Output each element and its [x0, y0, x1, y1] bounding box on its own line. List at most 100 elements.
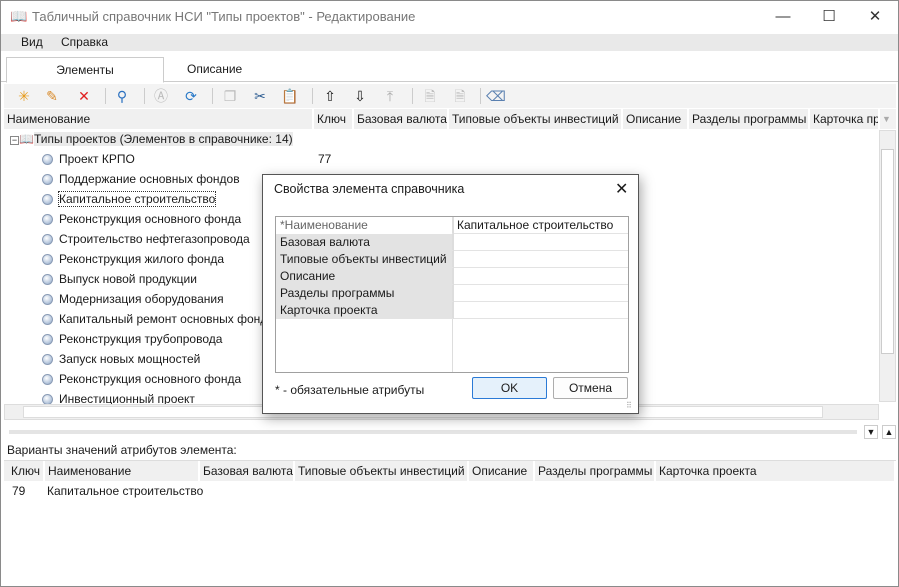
tree-item-name: Запуск новых мощностей — [59, 352, 201, 366]
column-header-currency[interactable]: Базовая валюта — [354, 109, 449, 129]
attribute-value-field[interactable] — [453, 268, 628, 285]
menu-view[interactable]: Вид — [21, 35, 43, 49]
tree-root-label: Типы проектов (Элементов в справочнике: … — [33, 132, 293, 146]
window-title: Табличный справочник НСИ "Типы проектов"… — [32, 9, 416, 24]
attribute-row[interactable]: Разделы программы — [276, 285, 628, 302]
vertical-scrollbar[interactable] — [879, 130, 896, 402]
required-note: * - обязательные атрибуты — [275, 383, 425, 397]
lower-col-key[interactable]: Ключ — [4, 461, 45, 481]
minimize-button[interactable]: — — [760, 1, 806, 33]
delete-icon[interactable]: ✕ — [74, 86, 94, 106]
tree-item-name: Инвестиционный проект — [59, 392, 195, 404]
search-icon[interactable]: ⚲ — [112, 86, 132, 106]
export-icon[interactable]: 🗎 — [420, 86, 440, 106]
element-icon — [42, 274, 53, 285]
new-element-icon[interactable]: ✳ — [14, 86, 34, 106]
lower-col-program-sections[interactable]: Разделы программы — [535, 461, 656, 481]
attribute-value-field[interactable] — [453, 234, 628, 251]
attribute-row[interactable]: Типовые объекты инвестиций — [276, 251, 628, 268]
tree-item-name: Поддержание основных фондов — [59, 172, 240, 186]
element-icon — [42, 154, 53, 165]
move-top-icon[interactable]: ⤒ — [380, 86, 400, 106]
lower-col-investment-objects[interactable]: Типовые объекты инвестиций — [295, 461, 469, 481]
tree-item-name: Проект КРПО — [59, 152, 135, 166]
column-header-investment-objects[interactable]: Типовые объекты инвестиций — [449, 109, 623, 129]
folder-book-icon: 📖 — [19, 132, 34, 146]
column-header-description[interactable]: Описание — [623, 109, 689, 129]
element-icon — [42, 374, 53, 385]
attributes-grid: *Наименование Капитальное строительство Ба… — [275, 216, 629, 373]
element-icon — [42, 174, 53, 185]
move-up-icon[interactable]: ⇧ — [320, 86, 340, 106]
splitter[interactable] — [9, 430, 857, 434]
lower-row-key: 79 — [12, 484, 26, 498]
move-down-icon[interactable]: ⇩ — [350, 86, 370, 106]
collapse-icon[interactable]: − — [10, 136, 19, 145]
dialog-close-icon[interactable]: ✕ — [615, 179, 628, 199]
tree-item-name: Выпуск новой продукции — [59, 272, 197, 286]
tree-root[interactable]: − 📖Типы проектов (Элементов в справочнике… — [10, 129, 293, 149]
column-header-project-card[interactable]: Карточка пр — [810, 109, 880, 129]
autonumber-icon[interactable]: Ⓐ — [151, 86, 171, 106]
element-icon — [42, 194, 53, 205]
lower-row-name: Капитальное строительство — [47, 484, 204, 498]
cancel-button[interactable]: Отмена — [553, 377, 628, 399]
attribute-value-field[interactable] — [453, 285, 628, 302]
tree-item[interactable]: Проект КРПО 77 — [42, 149, 872, 169]
attribute-value-field[interactable]: Капитальное строительство — [453, 217, 628, 234]
toolbar-separator — [412, 88, 413, 104]
attribute-row[interactable]: Карточка проекта — [276, 302, 628, 319]
app-book-icon: 📖 — [10, 8, 28, 24]
collapse-down-icon[interactable]: ▼ — [864, 425, 878, 439]
copy-icon[interactable]: ❐ — [220, 86, 240, 106]
collapse-up-icon[interactable]: ▲ — [882, 425, 896, 439]
close-button[interactable]: ✕ — [852, 1, 898, 33]
column-header-name[interactable]: Наименование — [4, 109, 314, 129]
tab-description[interactable]: Описание — [173, 57, 256, 82]
column-header-program-sections[interactable]: Разделы программы — [689, 109, 810, 129]
toolbar-separator — [212, 88, 213, 104]
scroll-thumb[interactable] — [881, 149, 894, 354]
title-bar: 📖 Табличный справочник НСИ "Типы проекто… — [1, 1, 898, 33]
menu-bar: Вид Справка — [1, 34, 898, 51]
lower-panel-label: Варианты значений атрибутов элемента: — [7, 443, 237, 457]
lower-col-name[interactable]: Наименование — [45, 461, 200, 481]
dialog-title: Свойства элемента справочника — [274, 182, 465, 196]
paste-icon[interactable]: 📋 — [280, 86, 300, 106]
edit-pencil-icon[interactable]: ✎ — [42, 86, 62, 106]
tree-item-name: Строительство нефтегазопровода — [59, 232, 250, 246]
properties-dialog: Свойства элемента справочника ✕ *Наимено… — [262, 174, 639, 414]
attribute-value-field[interactable] — [453, 302, 628, 319]
import-icon[interactable]: 🗎 — [450, 86, 470, 106]
menu-help[interactable]: Справка — [61, 35, 108, 49]
refresh-icon[interactable]: ⟳ — [181, 86, 201, 106]
lower-table-row[interactable]: 79 Капитальное строительство — [4, 481, 896, 501]
toolbar-separator — [105, 88, 106, 104]
tree-item-name: Реконструкция жилого фонда — [59, 252, 225, 266]
lower-col-currency[interactable]: Базовая валюта — [200, 461, 295, 481]
element-icon — [42, 354, 53, 365]
tab-elements[interactable]: Элементы справочника — [6, 57, 164, 102]
attribute-row[interactable]: Базовая валюта — [276, 234, 628, 251]
cut-icon[interactable]: ✂ — [250, 86, 270, 106]
element-icon — [42, 294, 53, 305]
attribute-row[interactable]: Описание — [276, 268, 628, 285]
eraser-icon[interactable]: ⌫ — [486, 86, 506, 106]
lower-col-description[interactable]: Описание — [469, 461, 535, 481]
ok-button[interactable]: OK — [472, 377, 547, 399]
attribute-label: Карточка проекта — [276, 302, 452, 319]
element-icon — [42, 314, 53, 325]
tree-item-name: Реконструкция основного фонда — [59, 372, 242, 386]
resize-grip-icon[interactable]: ⠿ — [626, 401, 632, 410]
attribute-row[interactable]: *Наименование Капитальное строительство — [276, 217, 628, 234]
attribute-label: Базовая валюта — [276, 234, 452, 251]
toolbar-separator — [312, 88, 313, 104]
maximize-button[interactable]: ☐ — [806, 1, 852, 33]
attribute-value-field[interactable] — [453, 251, 628, 268]
column-header-key[interactable]: Ключ — [314, 109, 354, 129]
tree-item-name: Реконструкция основного фонда — [59, 212, 242, 226]
tree-item-name: Модернизация оборудования — [59, 292, 224, 306]
column-chooser-icon[interactable]: ▼ — [882, 109, 891, 129]
toolbar-separator — [480, 88, 481, 104]
lower-col-project-card[interactable]: Карточка проекта — [656, 461, 896, 481]
